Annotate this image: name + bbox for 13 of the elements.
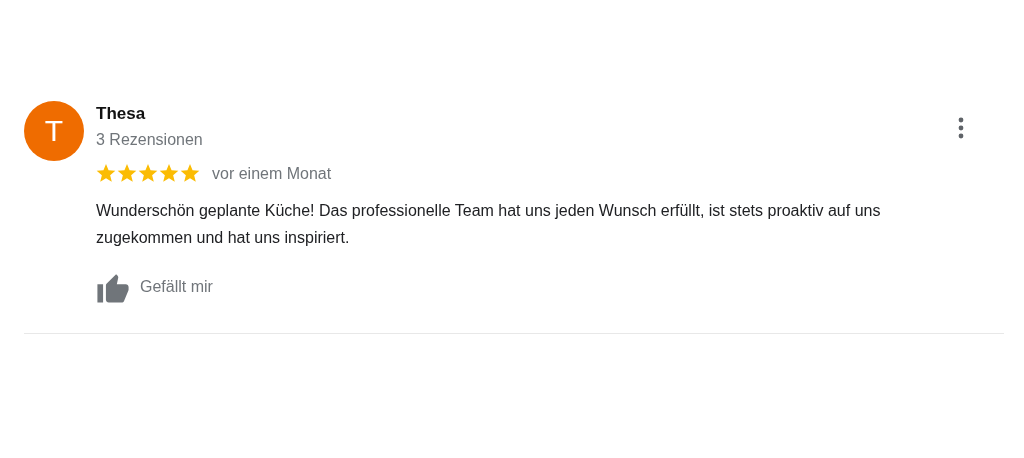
review-count: 3 Rezensionen (96, 130, 204, 150)
star-icon (138, 164, 158, 183)
more-options-button[interactable] (956, 115, 966, 141)
star-icon (117, 164, 137, 183)
like-button[interactable]: Gefällt mir (96, 271, 213, 303)
avatar: T (24, 101, 84, 161)
review-time: vor einem Monat (212, 164, 332, 183)
author-name: Thesa (96, 103, 146, 125)
star-icon (159, 164, 179, 183)
star-icon (96, 164, 116, 183)
more-icon (958, 117, 964, 139)
review-text: Wunderschön geplante Küche! Das professionelle Team hat uns jeden Wunsch erfüllt, ist stets proaktiv auf uns zugekommen und hat uns inspiriert. (96, 201, 882, 248)
star-icon (180, 164, 200, 183)
